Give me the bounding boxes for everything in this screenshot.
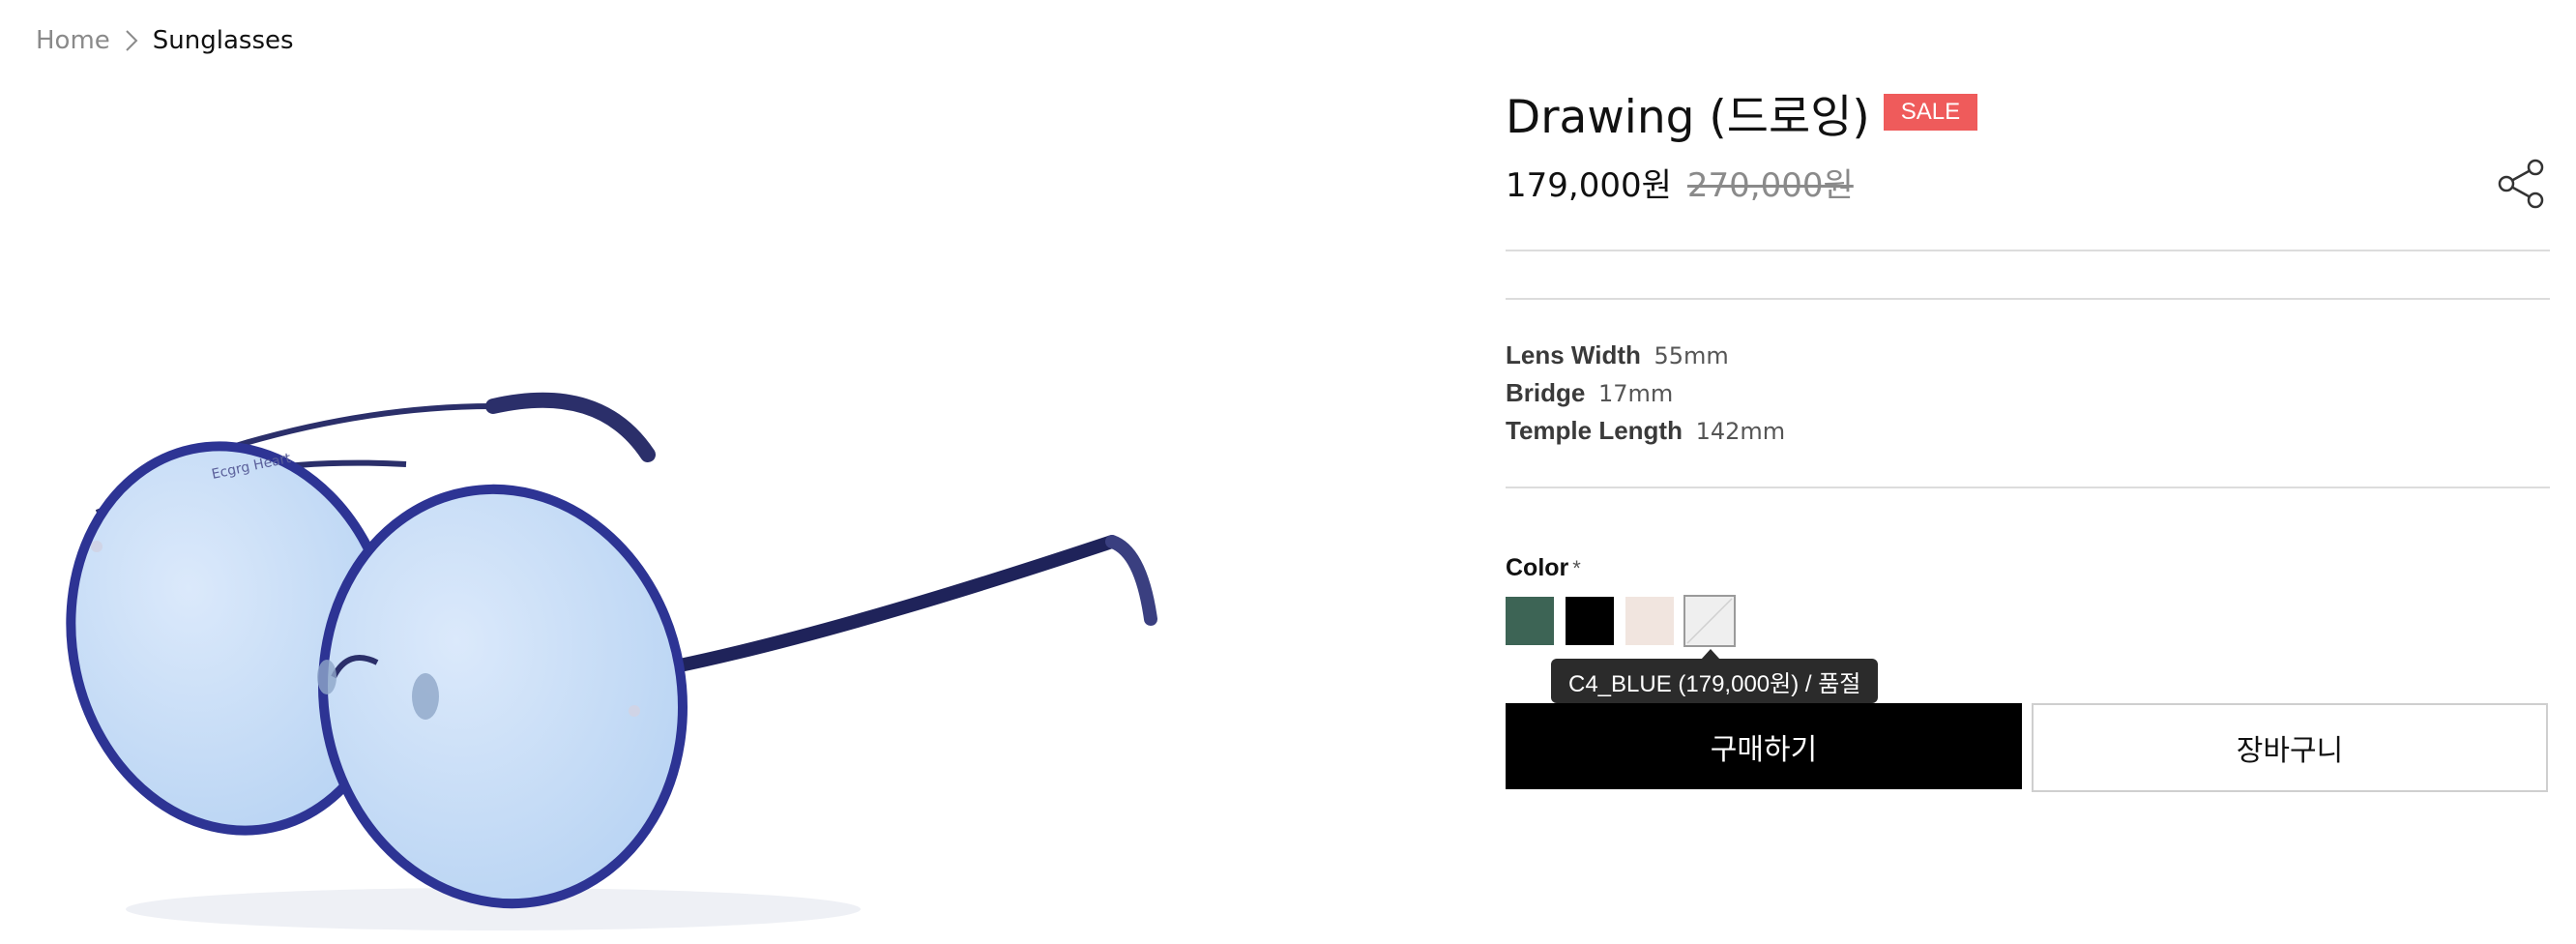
price-original: 270,000원 (1686, 166, 1854, 205)
product-specs: Lens Width 55mm Bridge 17mm Temple Lengt… (1506, 337, 1785, 450)
spec-value: 55mm (1654, 342, 1729, 369)
buy-button[interactable]: 구매하기 (1506, 703, 2022, 789)
spec-value: 142mm (1695, 418, 1786, 445)
breadcrumb-home-link[interactable]: Home (36, 26, 110, 55)
product-title: Drawing (드로잉) (1506, 90, 1870, 144)
color-swatch-beige[interactable] (1625, 597, 1674, 645)
sale-badge: SALE (1883, 94, 1978, 131)
spec-row-bridge: Bridge 17mm (1506, 374, 1785, 412)
soldout-slash-icon (1686, 598, 1733, 644)
spec-label: Temple Length (1506, 416, 1683, 445)
chevron-right-icon (110, 26, 153, 55)
share-icon (2498, 159, 2544, 209)
color-tooltip: C4_BLUE (179,000원) / 품절 (1551, 659, 1879, 703)
breadcrumb-current: Sunglasses (152, 26, 294, 55)
color-option-label: Color * (1506, 554, 1581, 582)
share-button[interactable] (2497, 159, 2547, 209)
color-swatch-clear[interactable] (1683, 595, 1736, 647)
product-title-row: Drawing (드로잉) SALE (1506, 81, 1978, 144)
spec-row-temple-length: Temple Length 142mm (1506, 412, 1785, 450)
color-swatch-green[interactable] (1506, 597, 1554, 645)
spec-row-lens-width: Lens Width 55mm (1506, 337, 1785, 374)
color-label-text: Color (1506, 554, 1569, 581)
cart-button[interactable]: 장바구니 (2032, 703, 2548, 792)
divider (1506, 487, 2550, 488)
color-swatches (1506, 595, 1736, 647)
price-row: 179,000원 270,000원 (1506, 159, 1854, 209)
spec-value: 17mm (1597, 380, 1674, 407)
price-current: 179,000원 (1506, 166, 1672, 205)
breadcrumb: Home Sunglasses (36, 21, 294, 60)
divider (1506, 298, 2550, 300)
spec-label: Bridge (1506, 378, 1586, 407)
color-swatch-black[interactable] (1566, 597, 1614, 645)
required-mark: * (1572, 556, 1581, 580)
product-image: Ecgrg Heart (58, 387, 1218, 938)
divider (1506, 250, 2550, 251)
spec-label: Lens Width (1506, 340, 1641, 369)
